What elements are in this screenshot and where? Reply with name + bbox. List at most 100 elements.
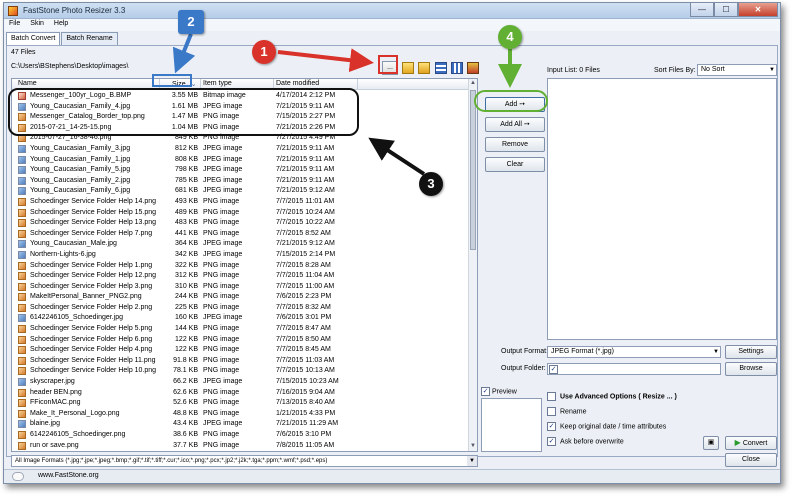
file-name: Young_Caucasian_Family_3.jpg [30,144,131,152]
tab-batch-rename[interactable]: Batch Rename [61,32,118,45]
column-type[interactable]: Item type [203,80,232,87]
file-name: Schoedinger Service Folder Help 15.png [30,208,157,216]
advanced-options-option[interactable]: Use Advanced Options ( Resize ... ) [547,392,677,401]
rename-checkbox[interactable] [547,407,556,416]
file-row[interactable]: Young_Caucasian_Male.jpg 364 KB JPEG image… [12,239,470,250]
settings-button[interactable]: Settings [725,345,777,359]
file-row[interactable]: Schoedinger Service Folder Help 13.png 48… [12,218,470,229]
image-file-icon [18,261,26,270]
image-file-icon [18,409,26,418]
keep-date-option[interactable]: ✓ Keep original date / time attributes [547,422,666,431]
file-row[interactable]: blaine.jpg 43.4 KB JPEG image 7/21/2015 11:… [12,419,470,430]
website-link[interactable]: www.FastStone.org [38,472,99,479]
highlight-browse-folder [378,55,398,74]
folder-up-icon[interactable] [402,62,414,74]
file-row[interactable]: Schoedinger Service Folder Help 2.png 225… [12,303,470,314]
file-row[interactable]: Schoedinger Service Folder Help 5.png 144… [12,324,470,335]
file-row[interactable]: Make_It_Personal_Logo.png 48.8 KB PNG imag… [12,409,470,420]
clear-button[interactable]: Clear [485,157,545,172]
image-file-icon [18,356,26,365]
file-row[interactable]: Northern-Lights-6.jpg 342 KB JPEG image 7/1… [12,250,470,261]
file-row[interactable]: FFiconMAC.png 52.6 KB PNG image 7/13/2015 8… [12,398,470,409]
file-name: Schoedinger Service Folder Help 5.png [30,325,153,333]
file-row[interactable]: run or save.png 37.7 KB PNG image 7/8/2015 … [12,441,470,451]
file-row[interactable]: stock-vector-rose-127538087.jpg35.1 KB JP… [12,451,470,452]
preview-toggle[interactable]: ✓ Preview [481,387,517,396]
ask-overwrite-option[interactable]: ✓ Ask before overwrite [547,437,624,446]
file-row[interactable]: Young_Caucasian_Family_3.jpg 812 KB JPEG i… [12,144,470,155]
output-format-select[interactable]: JPEG Format (*.jpg) ▼ [547,346,721,358]
output-format-value: JPEG Format (*.jpg) [551,348,615,355]
file-row[interactable]: Young_Caucasian_Family_5.jpg 798 KB JPEG i… [12,165,470,176]
file-row[interactable]: MakeItPersonal_Banner_PNG2.png 244 KB PNG … [12,292,470,303]
scroll-up-icon[interactable]: ▲ [469,79,477,88]
file-row[interactable]: Schoedinger Service Folder Help 7.png 441… [12,229,470,240]
file-type: JPEG image [203,166,243,174]
image-file-icon [18,219,26,228]
file-row[interactable]: Schoedinger Service Folder Help 1.png 322… [12,261,470,272]
column-date[interactable]: Date modified [276,80,319,87]
output-folder-checkbox[interactable]: ✓ [549,365,558,374]
file-row[interactable]: Young_Caucasian_Family_1.jpg 808 KB JPEG i… [12,155,470,166]
column-divider[interactable] [357,79,358,90]
file-size: 91.8 KB [173,356,198,364]
folder-icon[interactable] [418,62,430,74]
thumbnail-view-icon[interactable] [467,62,479,74]
file-row[interactable]: Schoedinger Service Folder Help 4.png 122… [12,345,470,356]
file-type-filter[interactable]: All Image Formats (*.jpg;*.jpe;*.jpeg;*.… [11,455,478,467]
menu-help[interactable]: Help [49,19,73,27]
input-list[interactable] [547,78,777,340]
file-row[interactable]: header BEN.png 62.6 KB PNG image 7/16/2015 … [12,388,470,399]
remove-button[interactable]: Remove [485,137,545,152]
minimize-button[interactable]: — [690,3,714,17]
file-row[interactable]: Schoedinger Service Folder Help 12.png 31… [12,271,470,282]
add-all-button[interactable]: Add All ➙ [485,117,545,132]
file-row[interactable]: Schoedinger Service Folder Help 15.png 48… [12,208,470,219]
image-file-icon [18,367,26,376]
column-name[interactable]: Name [18,80,37,87]
convert-button[interactable]: ▶ Convert [725,436,777,450]
file-size: 66.2 KB [173,378,198,386]
close-button[interactable]: Close [725,453,777,467]
file-date: 7/21/2015 9:11 AM [276,166,335,174]
file-row[interactable]: Schoedinger Service Folder Help 6.png 122… [12,335,470,346]
file-date: 7/7/2015 8:45 AM [276,346,331,354]
menu-file[interactable]: File [4,19,25,27]
file-row[interactable]: Schoedinger Service Folder Help 14.png 49… [12,197,470,208]
rename-option[interactable]: Rename [547,407,586,416]
file-name: Schoedinger Service Folder Help 4.png [30,346,153,354]
list-view-icon[interactable] [451,62,463,74]
sort-select[interactable]: No Sort ▼ [697,64,777,76]
keep-date-checkbox[interactable]: ✓ [547,422,556,431]
preview-checkbox[interactable]: ✓ [481,387,490,396]
file-row[interactable]: Schoedinger Service Folder Help 11.png 91… [12,356,470,367]
file-date: 7/7/2015 11:04 AM [276,272,335,280]
save-settings-icon[interactable]: ▣ [703,436,719,450]
title-bar[interactable]: FastStone Photo Resizer 3.3 — ☐ ✕ [4,3,780,19]
tab-batch-convert[interactable]: Batch Convert [6,32,61,45]
menu-skin[interactable]: Skin [25,19,49,27]
folder-path[interactable]: C:\Users\BStephens\Desktop\images\ [11,61,361,73]
tab-strip: Batch Convert Batch Rename [6,32,119,45]
output-folder-field[interactable]: ✓ [547,363,721,375]
file-date: 7/7/2015 10:22 AM [276,219,335,227]
file-list-scrollbar[interactable]: ▲ ▼ [468,79,477,451]
maximize-button[interactable]: ☐ [714,3,738,17]
ask-overwrite-checkbox[interactable]: ✓ [547,437,556,446]
file-row[interactable]: Schoedinger Service Folder Help 3.png 310… [12,282,470,293]
scroll-down-icon[interactable]: ▼ [469,442,477,451]
file-size: 225 KB [175,303,198,311]
details-view-icon[interactable] [435,62,447,74]
file-date: 7/7/2015 11:01 AM [276,197,335,205]
file-row[interactable]: Young_Caucasian_Family_6.jpg 681 KB JPEG i… [12,186,470,197]
file-row[interactable]: skyscraper.jpg 66.2 KB JPEG image 7/15/2015… [12,377,470,388]
scroll-thumb[interactable] [470,90,476,250]
file-row[interactable]: 6142246105_Schoedinger.jpg 160 KB JPEG ima… [12,313,470,324]
close-window-button[interactable]: ✕ [738,3,778,17]
advanced-options-checkbox[interactable] [547,392,556,401]
file-row[interactable]: 6142246105_Schoedinger.png 38.6 KB PNG ima… [12,430,470,441]
file-row[interactable]: Schoedinger Service Folder Help 10.png 78… [12,366,470,377]
browse-button[interactable]: Browse [725,362,777,376]
file-date: 7/21/2015 11:29 AM [276,420,339,428]
file-row[interactable]: Young_Caucasian_Family_2.jpg 785 KB JPEG i… [12,176,470,187]
